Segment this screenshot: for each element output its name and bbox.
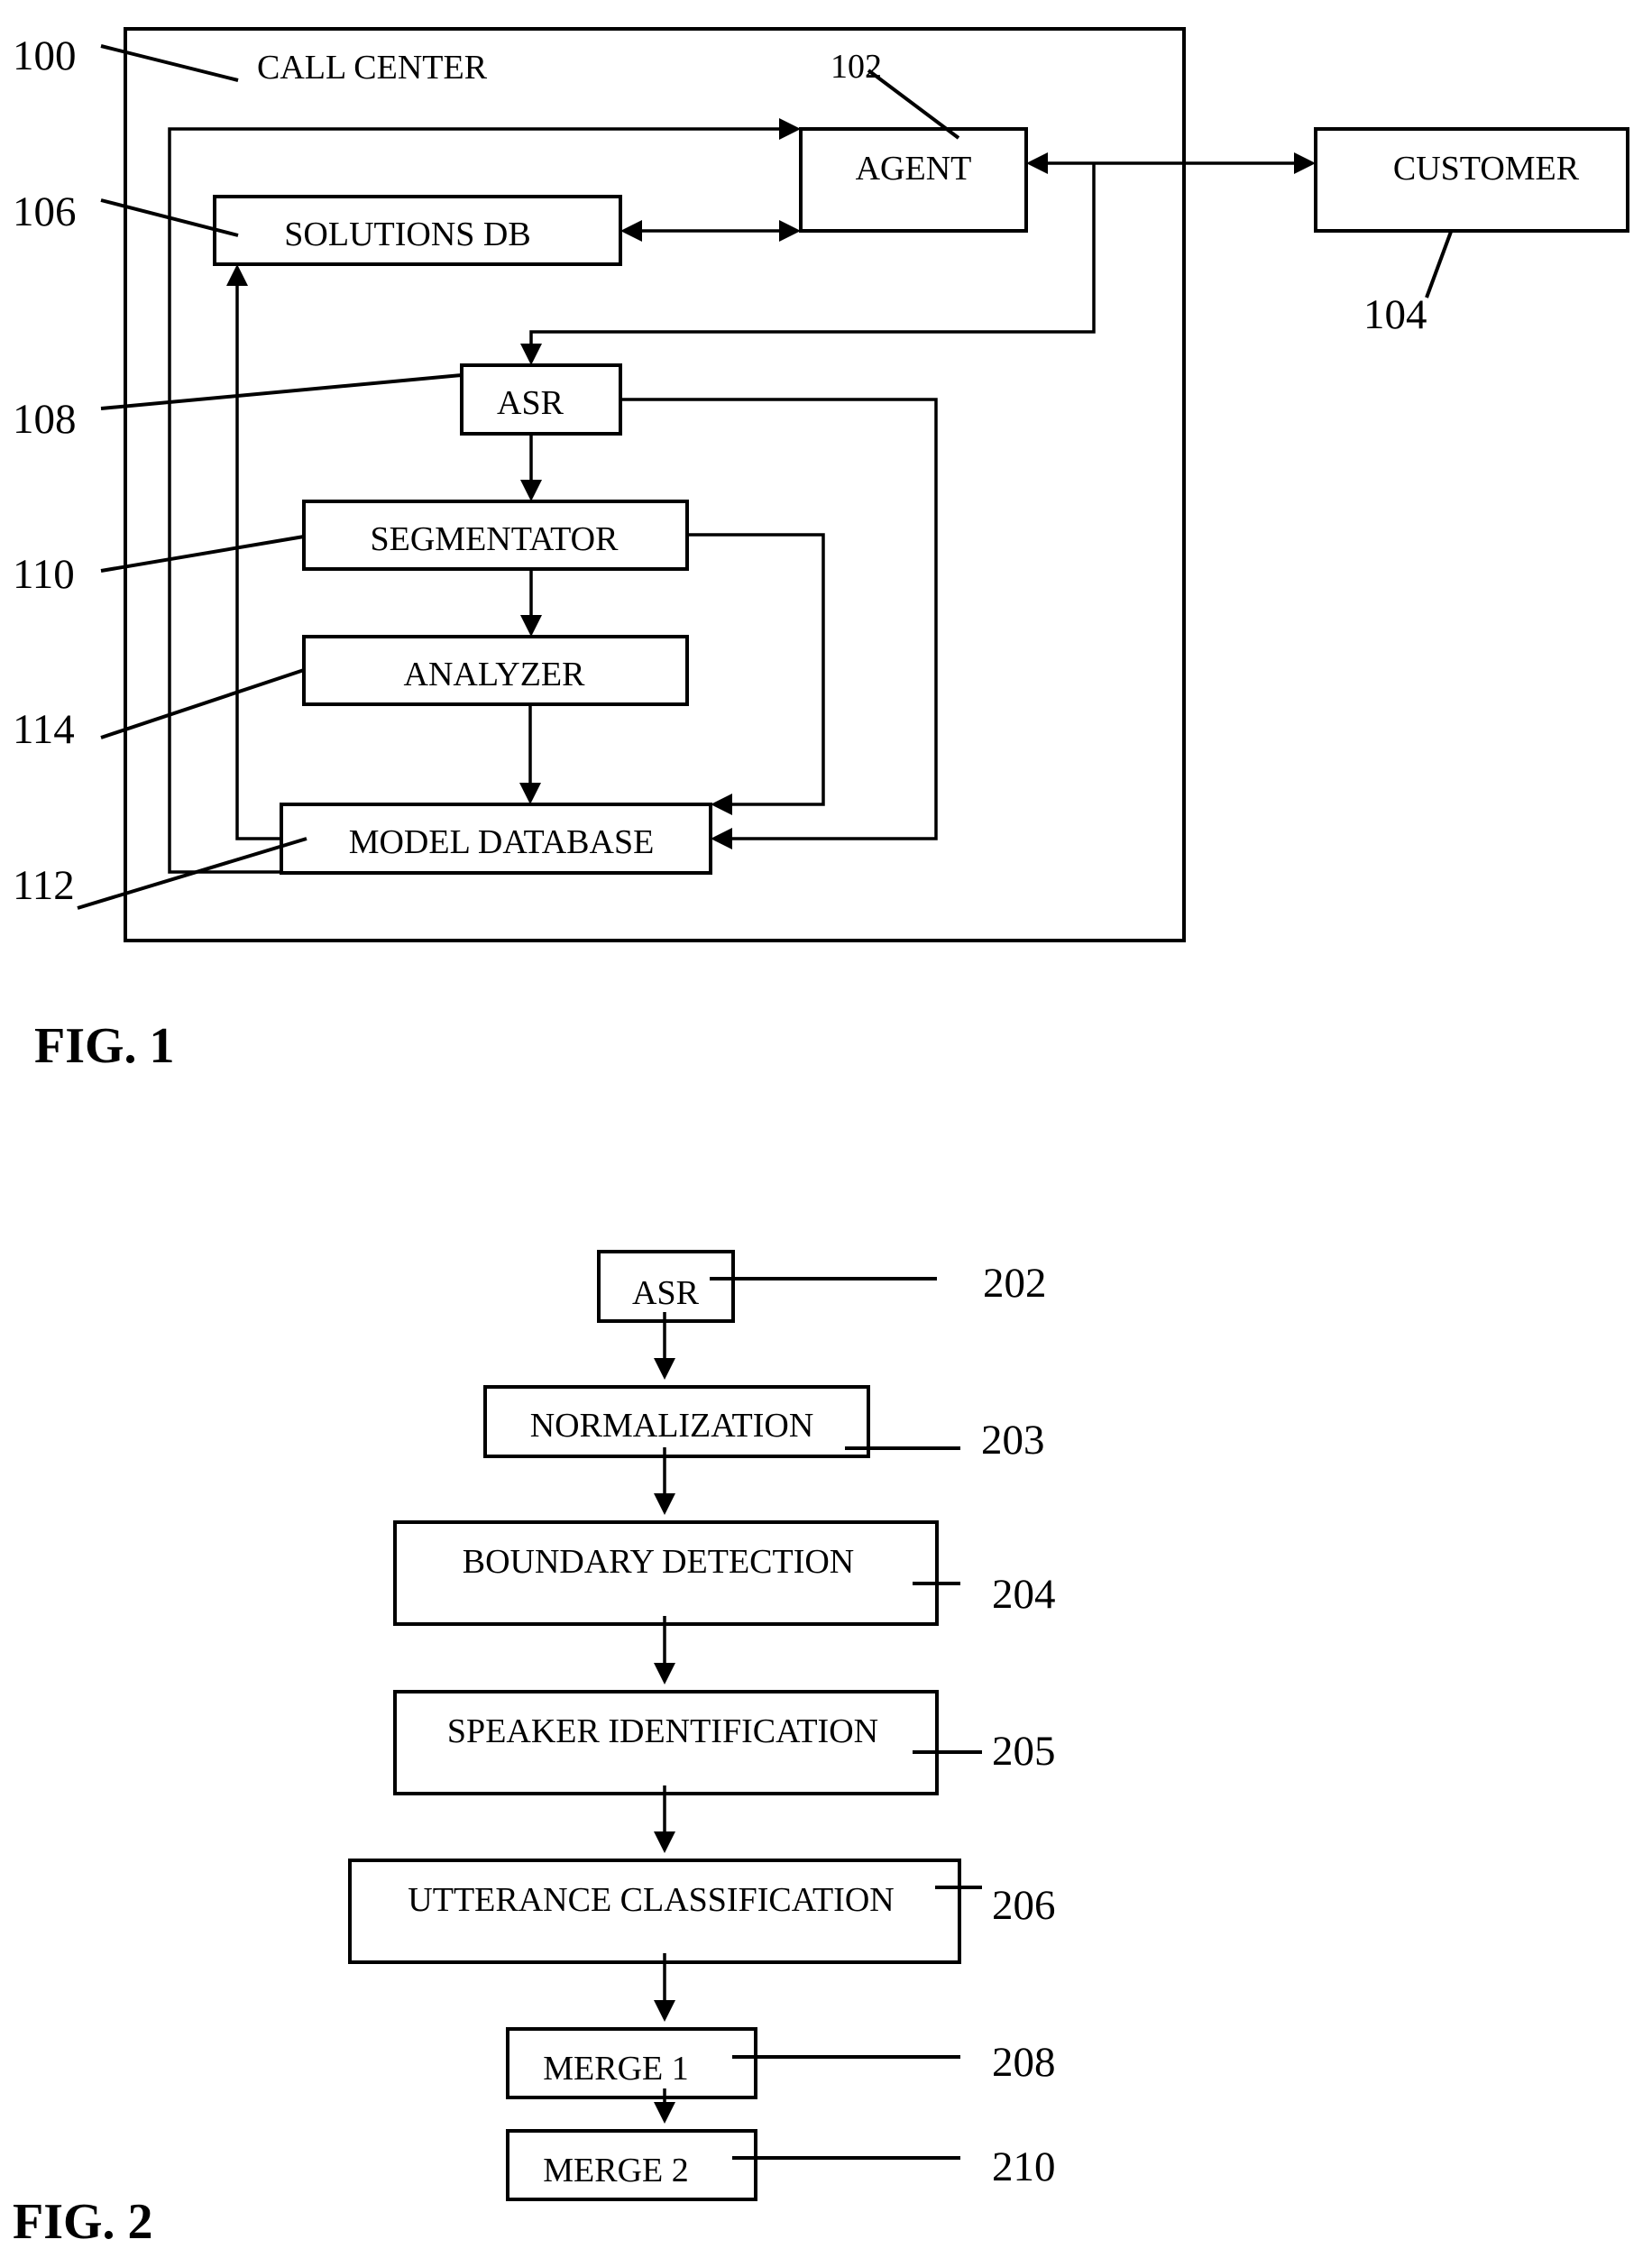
ref-100: 100 [13, 32, 77, 79]
segmentator-label: SEGMENTATOR [371, 520, 620, 558]
figure-1-caption: FIG. 1 [34, 1018, 175, 1074]
ref-114: 114 [13, 706, 75, 753]
ref-204: 204 [992, 1571, 1056, 1618]
arrowhead-into-speaker-identification [654, 1663, 675, 1684]
ref-206: 206 [992, 1882, 1056, 1929]
solutions-db-label: SOLUTIONS DB [284, 216, 530, 253]
ref-112: 112 [13, 862, 75, 909]
figure-1: CALL CENTER 100 AGENT 102 CUSTOMER 104 S… [13, 27, 1629, 1074]
leader-104 [1425, 231, 1453, 298]
ref-205: 205 [992, 1728, 1056, 1775]
patent-drawing-sheet: CALL CENTER 100 AGENT 102 CUSTOMER 104 S… [13, 27, 1629, 2250]
ref-110: 110 [13, 551, 75, 598]
ref-104: 104 [1363, 291, 1427, 338]
ref-202: 202 [983, 1260, 1047, 1307]
arrowhead-into-boundary-detection [654, 1493, 675, 1515]
customer-label: CUSTOMER [1393, 150, 1580, 188]
figure-2-caption: FIG. 2 [13, 2194, 153, 2250]
arrowhead-into-utterance-classification [654, 1831, 675, 1853]
ref-106: 106 [13, 188, 77, 235]
ref-102: 102 [831, 48, 882, 86]
arrowhead-into-merge2 [654, 2102, 675, 2124]
flow-step-normalization-label: NORMALIZATION [530, 1407, 814, 1445]
arrowhead-into-normalization [654, 1358, 675, 1380]
flow-step-boundary-detection-label: BOUNDARY DETECTION [463, 1543, 855, 1581]
asr-label: ASR [497, 384, 564, 422]
flow-step-speaker-identification-label: SPEAKER IDENTIFICATION [447, 1712, 878, 1750]
ref-203: 203 [981, 1417, 1045, 1464]
call-center-label: CALL CENTER [257, 49, 488, 87]
ref-208: 208 [992, 2039, 1056, 2086]
flow-step-asr-label: ASR [632, 1274, 700, 1312]
flow-step-merge1-label: MERGE 1 [543, 2050, 689, 2088]
agent-label: AGENT [856, 150, 972, 188]
ref-210: 210 [992, 2143, 1056, 2190]
flow-step-merge2-label: MERGE 2 [543, 2152, 689, 2189]
flow-step-utterance-classification-label: UTTERANCE CLASSIFICATION [408, 1881, 894, 1919]
ref-108: 108 [13, 396, 77, 443]
arrowhead-into-merge1 [654, 2000, 675, 2022]
analyzer-label: ANALYZER [404, 656, 586, 693]
model-database-label: MODEL DATABASE [349, 823, 655, 861]
arrowhead-into-customer [1294, 152, 1316, 174]
figure-2: ASR 202 NORMALIZATION 203 BOUNDARY DETEC… [13, 1250, 1056, 2250]
